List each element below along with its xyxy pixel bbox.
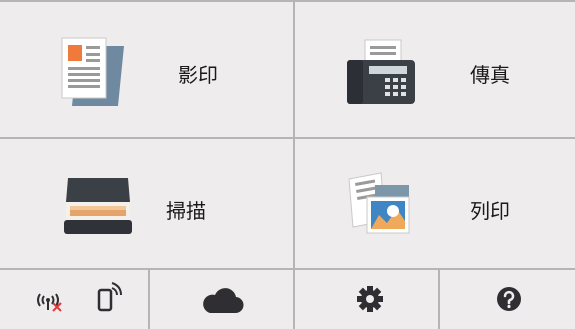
scan-tile[interactable]: 掃描 [0,139,293,268]
print-label: 列印 [470,199,510,223]
home-screen: 影印 傳真 掃描 列印 [0,0,575,329]
fax-icon [345,38,417,110]
wireless-off-icon [36,290,64,316]
scanner-icon [62,176,134,242]
wireless-status-button[interactable] [0,268,148,329]
gear-icon [357,286,383,316]
help-icon [496,286,522,316]
print-tile[interactable]: 列印 [295,139,575,268]
help-button[interactable] [440,268,575,329]
mobile-connect-icon [96,282,122,316]
copy-label: 影印 [178,63,218,87]
fax-label: 傳真 [470,63,510,87]
copy-tile[interactable]: 影印 [0,2,293,137]
cloud-button[interactable] [150,268,293,329]
photo-print-icon [345,171,417,241]
fax-tile[interactable]: 傳真 [295,2,575,137]
settings-button[interactable] [295,268,438,329]
cloud-icon [200,288,244,318]
copy-icon [58,36,128,114]
scan-label: 掃描 [166,199,206,223]
